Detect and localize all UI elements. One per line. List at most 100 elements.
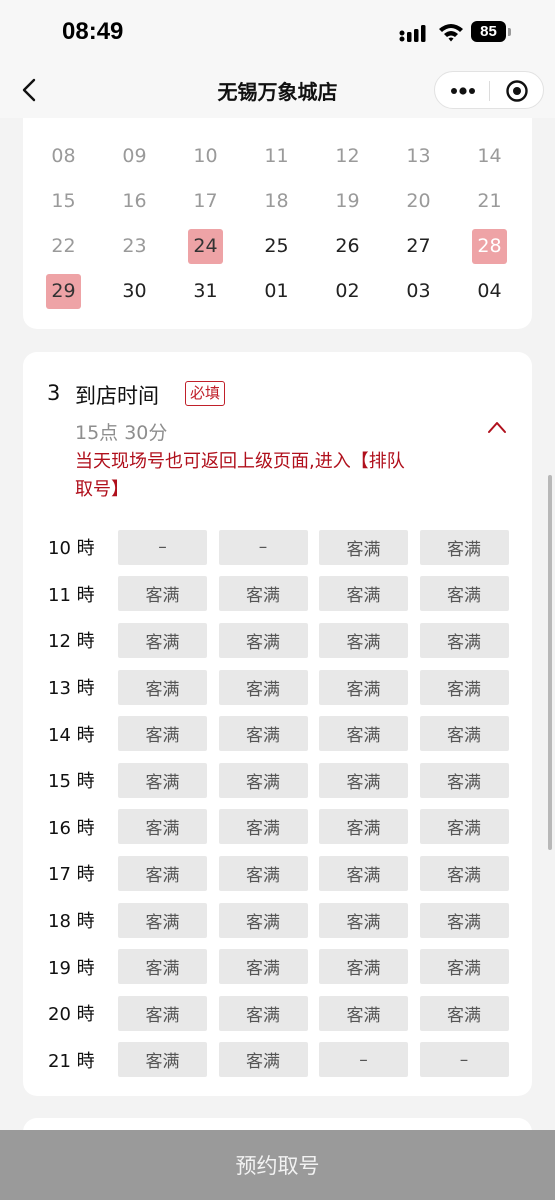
hour-label: 19 時 <box>48 957 95 979</box>
time-slot-button[interactable]: 客满 <box>419 902 509 938</box>
calendar-day[interactable]: 28 <box>454 224 525 269</box>
calendar-day-label: 16 <box>122 190 147 212</box>
time-slot-button[interactable]: 客满 <box>218 949 308 985</box>
hour-label: 14 時 <box>48 724 95 746</box>
calendar-day-label: 02 <box>335 280 360 302</box>
time-slot-button[interactable]: 客满 <box>218 855 308 891</box>
more-dots-icon[interactable] <box>449 83 477 99</box>
time-slot-button[interactable]: 客满 <box>118 762 207 798</box>
time-slot-button[interactable]: 客满 <box>419 855 509 891</box>
time-slot-button[interactable]: 客满 <box>419 576 509 612</box>
time-slot-button[interactable]: 客满 <box>218 995 308 1031</box>
time-slot-button[interactable]: 客满 <box>218 1042 308 1078</box>
time-slot-row: 19 時客满 客满 客满 客满 <box>41 943 515 990</box>
time-slot-button[interactable]: 客满 <box>419 669 509 705</box>
time-slot-button[interactable]: 客满 <box>419 716 509 752</box>
time-slot-grid: 10 時 – – 客满 客满 11 時客满 客满 客满 客满 12 時客满 客满 客满 客满 13 時客满… <box>41 524 515 1083</box>
calendar-day-label: 18 <box>264 190 289 212</box>
time-slot-row: 16 時客满 客满 客满 客满 <box>41 804 515 851</box>
calendar-day[interactable]: 03 <box>383 269 454 314</box>
time-slot-button[interactable]: 客满 <box>118 669 207 705</box>
mini-program-capsule <box>434 71 544 109</box>
time-slot-button[interactable]: 客满 <box>319 529 408 565</box>
cellular-signal-icon <box>399 25 426 42</box>
time-slot-button[interactable]: – <box>319 1042 408 1078</box>
hour-label: 11 時 <box>48 584 95 606</box>
calendar-day[interactable]: 30 <box>99 269 170 314</box>
calendar-day: 10 <box>170 134 241 179</box>
calendar-day: 15 <box>28 179 99 224</box>
time-slot-button[interactable]: 客满 <box>419 622 509 658</box>
battery-tip <box>508 28 511 36</box>
calendar-day[interactable]: 02 <box>312 269 383 314</box>
time-slot-button[interactable]: 客满 <box>319 762 408 798</box>
calendar-day: 19 <box>312 179 383 224</box>
calendar-day-label: 03 <box>406 280 431 302</box>
time-slot-button[interactable]: 客满 <box>218 669 308 705</box>
time-slot-button[interactable]: 客满 <box>218 902 308 938</box>
calendar-day: 11 <box>241 134 312 179</box>
calendar-day[interactable]: 01 <box>241 269 312 314</box>
target-circle-icon[interactable] <box>505 79 529 103</box>
time-slot-button[interactable]: 客满 <box>419 529 509 565</box>
time-slot-button[interactable]: 客满 <box>118 809 207 845</box>
book-button[interactable]: 预约取号 <box>0 1130 555 1200</box>
time-slot-row: 13 時客满 客满 客满 客满 <box>41 664 515 711</box>
time-slot-button[interactable]: 客满 <box>319 669 408 705</box>
time-slot-button[interactable]: 客满 <box>118 995 207 1031</box>
time-slot-button[interactable]: 客满 <box>118 716 207 752</box>
calendar-day[interactable]: 27 <box>383 224 454 269</box>
calendar-day: 12 <box>312 134 383 179</box>
calendar-day-label: 21 <box>477 190 502 212</box>
calendar-day: 18 <box>241 179 312 224</box>
time-slot-button[interactable]: 客满 <box>419 762 509 798</box>
calendar-day-label: 29 <box>46 274 81 309</box>
calendar-day: 08 <box>28 134 99 179</box>
time-slot-row: 10 時 – – 客满 客满 <box>41 524 515 571</box>
calendar-day: 16 <box>99 179 170 224</box>
time-slot-button[interactable]: 客满 <box>319 809 408 845</box>
wifi-icon <box>439 24 463 42</box>
time-slot-button[interactable]: – <box>419 1042 509 1078</box>
calendar-day[interactable]: 25 <box>241 224 312 269</box>
time-slot-button[interactable]: 客满 <box>419 995 509 1031</box>
selected-time: 15点 30分 <box>75 422 168 444</box>
time-slot-button[interactable]: 客满 <box>319 995 408 1031</box>
time-slot-button[interactable]: 客满 <box>118 576 207 612</box>
time-slot-row: 21 時客满 客满 – – <box>41 1037 515 1084</box>
time-slot-button[interactable]: 客满 <box>419 809 509 845</box>
calendar-day[interactable]: 29 <box>28 269 99 314</box>
calendar-day-label: 24 <box>188 229 223 264</box>
time-slot-button[interactable]: 客满 <box>218 762 308 798</box>
time-slot-button[interactable]: 客满 <box>319 902 408 938</box>
time-slot-button[interactable]: 客满 <box>319 855 408 891</box>
time-slot-button[interactable]: 客满 <box>118 949 207 985</box>
time-slot-button[interactable]: 客满 <box>118 902 207 938</box>
time-slot-button[interactable]: 客满 <box>319 622 408 658</box>
calendar-day-label: 11 <box>264 145 289 167</box>
calendar-day[interactable]: 26 <box>312 224 383 269</box>
time-slot-button[interactable]: 客满 <box>319 716 408 752</box>
calendar-day[interactable]: 31 <box>170 269 241 314</box>
calendar-day-label: 13 <box>406 145 431 167</box>
time-slot-button[interactable]: 客满 <box>319 576 408 612</box>
scrollbar[interactable] <box>548 475 552 850</box>
time-slot-button[interactable]: 客满 <box>118 622 207 658</box>
time-slot-row: 17 時客满 客满 客满 客满 <box>41 850 515 897</box>
time-slot-button[interactable]: – <box>118 529 207 565</box>
calendar-day[interactable]: 04 <box>454 269 525 314</box>
time-slot-button[interactable]: – <box>218 529 308 565</box>
time-slot-button[interactable]: 客满 <box>118 1042 207 1078</box>
time-slot-button[interactable]: 客满 <box>419 949 509 985</box>
section-title: 到店时间 <box>75 384 159 408</box>
time-slot-button[interactable]: 客满 <box>118 855 207 891</box>
calendar-day-label: 09 <box>122 145 147 167</box>
time-slot-button[interactable]: 客满 <box>218 716 308 752</box>
time-slot-button[interactable]: 客满 <box>319 949 408 985</box>
time-slot-button[interactable]: 客满 <box>218 809 308 845</box>
step-number: 3 <box>47 381 61 405</box>
calendar-day[interactable]: 24 <box>170 224 241 269</box>
time-slot-button[interactable]: 客满 <box>218 576 308 612</box>
chevron-up-icon[interactable] <box>486 418 508 436</box>
time-slot-button[interactable]: 客满 <box>218 622 308 658</box>
